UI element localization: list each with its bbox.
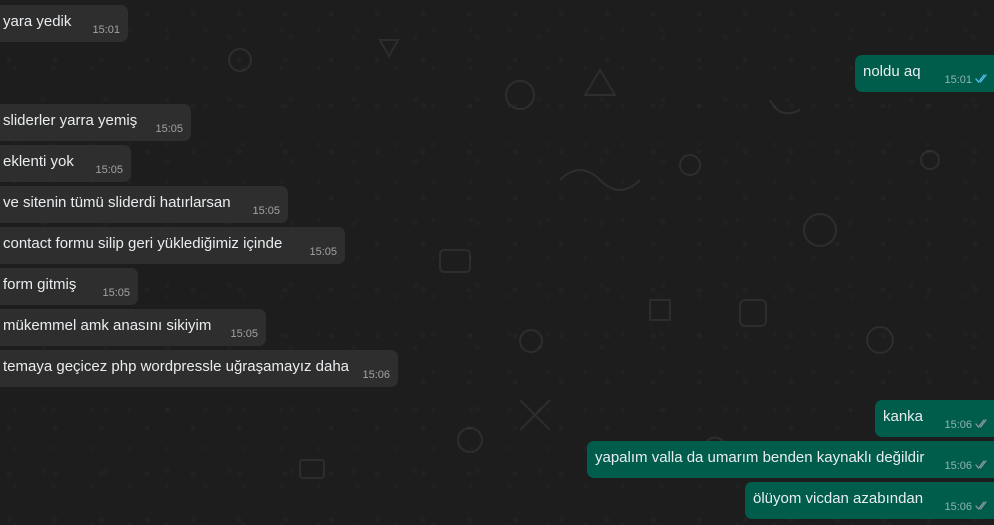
outgoing-message[interactable]: yapalım valla da umarım benden kaynaklı … xyxy=(587,441,994,478)
incoming-message[interactable]: contact formu silip geri yüklediğimiz iç… xyxy=(0,227,345,264)
message-time: 15:05 xyxy=(95,164,123,176)
outgoing-message[interactable]: ölüyom vicdan azabından 15:06 xyxy=(745,482,994,519)
message-text: eklenti yok xyxy=(3,153,74,170)
message-time: 15:05 xyxy=(230,328,258,340)
message-text: form gitmiş xyxy=(3,276,77,293)
incoming-message[interactable]: eklenti yok 15:05 xyxy=(0,145,131,182)
outgoing-message[interactable]: kanka 15:06 xyxy=(875,400,994,437)
incoming-message[interactable]: form gitmiş 15:05 xyxy=(0,268,138,305)
incoming-message[interactable]: temaya geçicez php wordpressle uğraşamay… xyxy=(0,350,398,387)
double-check-read-icon xyxy=(975,74,987,83)
message-time: 15:05 xyxy=(102,287,130,299)
message-time: 15:01 xyxy=(944,74,972,86)
message-time: 15:05 xyxy=(252,205,280,217)
message-text: ölüyom vicdan azabından xyxy=(753,490,924,507)
double-check-delivered-icon xyxy=(975,501,987,510)
message-text: yapalım valla da umarım benden kaynaklı … xyxy=(595,449,925,466)
message-text: sliderler yarra yemiş xyxy=(3,112,138,129)
message-time: 15:05 xyxy=(155,123,183,135)
message-text: mükemmel amk anasını sikiyim xyxy=(3,317,212,334)
incoming-message[interactable]: mükemmel amk anasını sikiyim 15:05 xyxy=(0,309,266,346)
message-time: 15:06 xyxy=(944,460,972,472)
double-check-delivered-icon xyxy=(975,460,987,469)
message-text: noldu aq xyxy=(863,63,921,80)
message-time: 15:01 xyxy=(92,24,120,36)
incoming-message[interactable]: ve sitenin tümü sliderdi hatırlarsan 15:0… xyxy=(0,186,288,223)
double-check-delivered-icon xyxy=(975,419,987,428)
message-text: temaya geçicez php wordpressle uğraşamay… xyxy=(3,358,350,375)
message-text: yara yedik xyxy=(3,13,72,30)
outgoing-message[interactable]: noldu aq 15:01 xyxy=(855,55,994,92)
message-time: 15:06 xyxy=(362,369,390,381)
message-time: 15:06 xyxy=(944,419,972,431)
message-text: ve sitenin tümü sliderdi hatırlarsan xyxy=(3,194,231,211)
incoming-message[interactable]: sliderler yarra yemiş 15:05 xyxy=(0,104,191,141)
incoming-message[interactable]: yara yedik 15:01 xyxy=(0,5,128,42)
message-text: contact formu silip geri yüklediğimiz iç… xyxy=(3,235,283,252)
message-text: kanka xyxy=(883,408,924,425)
message-time: 15:06 xyxy=(944,501,972,513)
message-time: 15:05 xyxy=(309,246,337,258)
